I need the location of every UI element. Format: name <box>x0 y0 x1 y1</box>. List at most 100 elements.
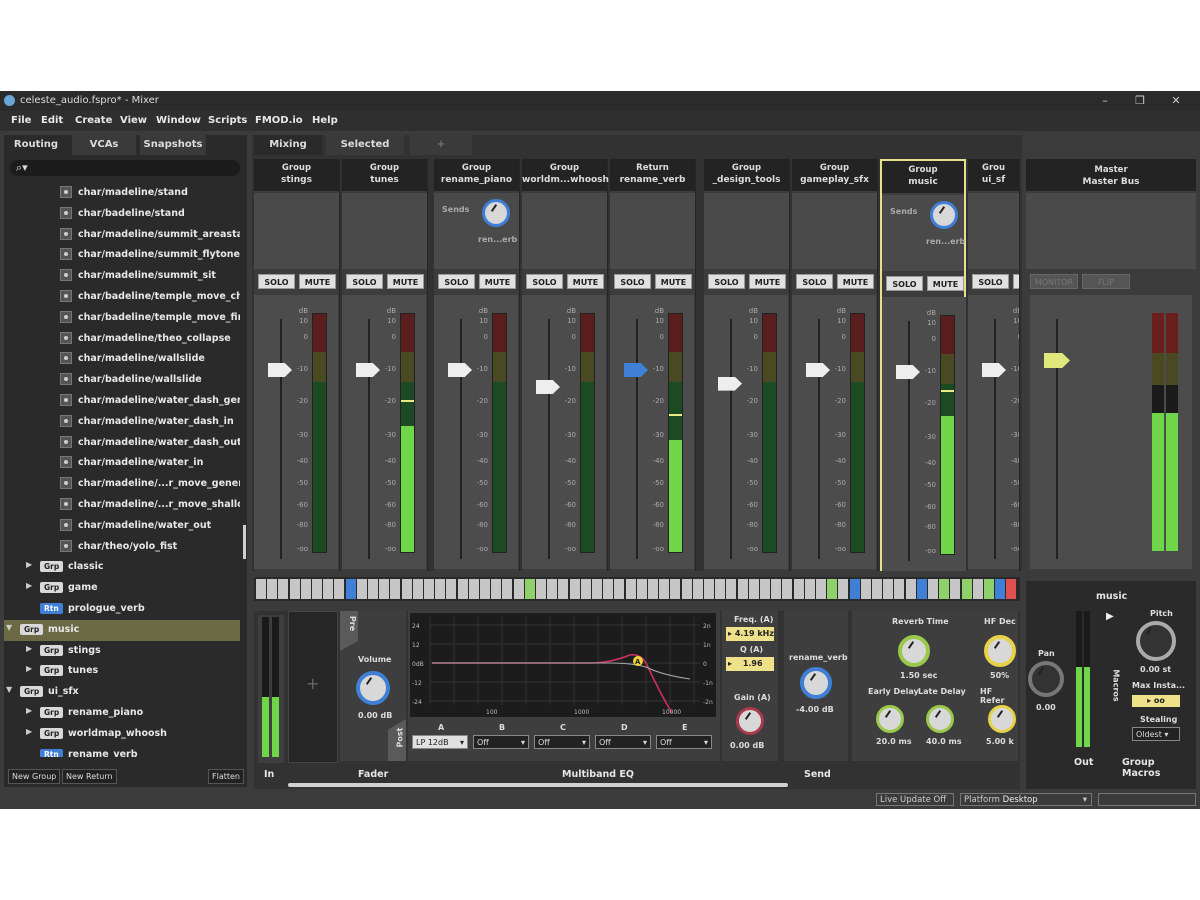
overview-strip[interactable] <box>636 579 647 599</box>
solo-button[interactable]: SOLO <box>346 274 383 289</box>
event-row[interactable]: char/theo/yolo_fist <box>4 537 240 558</box>
overview-strip[interactable] <box>872 579 882 599</box>
late-delay-knob[interactable] <box>926 705 954 733</box>
channel-strip[interactable]: Group rename_piano Sends ren...erb SOLO MUTE d… <box>434 159 520 571</box>
overview-strip[interactable] <box>928 579 938 599</box>
collapse-arrow-icon[interactable]: ▼ <box>6 685 12 694</box>
tab-vcas[interactable]: VCAs <box>72 135 136 155</box>
eq-band-select[interactable]: LP 12dB ▾ <box>412 735 468 749</box>
channel-strip[interactable]: Group music Sends ren...erb SOLO MUTE dB 10 0 -10… <box>880 159 966 571</box>
maximize-button[interactable]: ❐ <box>1130 93 1150 109</box>
overview-strip[interactable] <box>748 579 759 599</box>
overview-strip[interactable] <box>312 579 322 599</box>
overview-strip[interactable] <box>334 579 345 599</box>
group-row[interactable]: ▶ Grp game <box>4 578 240 599</box>
mute-button[interactable]: MUTE <box>479 274 516 289</box>
mute-button[interactable]: MUTE <box>655 274 692 289</box>
event-row[interactable]: char/madeline/summit_flytonext <box>4 245 240 266</box>
menu-create[interactable]: Create <box>75 115 112 126</box>
overview-strip[interactable] <box>894 579 905 599</box>
overview-strip[interactable] <box>737 579 748 599</box>
add-tab-button[interactable]: + <box>410 135 472 155</box>
send-knob[interactable] <box>800 667 832 699</box>
collapse-arrow-icon[interactable]: ▼ <box>6 623 12 632</box>
solo-button[interactable]: SOLO <box>886 276 923 291</box>
expand-arrow-icon[interactable]: ▶ <box>26 706 32 715</box>
platform-select[interactable]: Platform Desktop ▾ <box>960 793 1092 806</box>
event-row[interactable]: char/badeline/wallslide <box>4 370 240 391</box>
tab-routing[interactable]: Routing <box>4 135 68 155</box>
eq-band-select[interactable]: Off ▾ <box>656 735 712 749</box>
overview-strip[interactable] <box>972 579 983 599</box>
solo-button[interactable]: SOLO <box>258 274 295 289</box>
overview-strip[interactable] <box>905 579 916 599</box>
pan-knob[interactable] <box>1028 661 1064 697</box>
overview-strip[interactable] <box>446 579 457 599</box>
overview-strip[interactable] <box>524 579 535 599</box>
expand-arrow-icon[interactable]: ▶ <box>26 644 32 653</box>
menu-fmod-io[interactable]: FMOD.io <box>255 115 303 126</box>
overview-strip[interactable] <box>648 579 658 599</box>
expand-arrow-icon[interactable]: ▶ <box>26 581 32 590</box>
overview-strip[interactable] <box>513 579 524 599</box>
overview-strip[interactable] <box>435 579 446 599</box>
overview-strip[interactable] <box>558 579 569 599</box>
deck-scrollbar[interactable] <box>288 783 788 787</box>
overview-strip[interactable] <box>883 579 894 599</box>
overview-strip[interactable] <box>323 579 334 599</box>
group-row[interactable]: ▶ Grp tunes <box>4 661 240 682</box>
live-update-status[interactable]: Live Update Off <box>876 793 954 806</box>
overview-strip[interactable] <box>715 579 726 599</box>
overview-strip[interactable] <box>345 579 356 599</box>
overview-strip[interactable] <box>256 579 266 599</box>
overview-strip[interactable] <box>782 579 793 599</box>
overview-strip[interactable] <box>368 579 378 599</box>
menu-help[interactable]: Help <box>312 115 338 126</box>
solo-button[interactable]: SOLO <box>614 274 651 289</box>
mute-button[interactable]: MUTE <box>837 274 874 289</box>
hf-reference-knob[interactable] <box>988 705 1016 733</box>
overview-strip[interactable] <box>547 579 558 599</box>
event-row[interactable]: char/madeline/water_dash_gen <box>4 391 240 412</box>
strip-overview-bar[interactable] <box>254 577 1020 601</box>
event-row[interactable]: char/madeline/water_dash_in <box>4 412 240 433</box>
event-row[interactable]: char/madeline/water_in <box>4 453 240 474</box>
group-row[interactable]: ▼ Grp ui_sfx <box>4 682 240 703</box>
minimize-button[interactable]: – <box>1095 93 1115 109</box>
event-row[interactable]: char/badeline/temple_move_first <box>4 308 240 329</box>
overview-strip[interactable] <box>480 579 490 599</box>
overview-strip[interactable] <box>379 579 390 599</box>
mute-button[interactable]: MUTE <box>299 274 336 289</box>
overview-strip[interactable] <box>995 579 1006 599</box>
overview-strip[interactable] <box>692 579 703 599</box>
overview-strip[interactable] <box>412 579 423 599</box>
channel-strip[interactable]: Group stings SOLO MUTE dB 10 0 -10 -20 -30 -40 -50 -… <box>254 159 340 571</box>
overview-strip[interactable] <box>816 579 826 599</box>
stealing-select[interactable]: Oldest ▾ <box>1132 727 1180 741</box>
group-row[interactable]: Rtn prologue_verb <box>4 599 240 620</box>
flatten-button[interactable]: Flatten <box>208 769 244 784</box>
expand-arrow-icon[interactable]: ▶ <box>26 664 32 673</box>
hf-decay-knob[interactable] <box>984 635 1016 667</box>
event-row[interactable]: char/madeline/...r_move_shallow <box>4 495 240 516</box>
overview-strip[interactable] <box>771 579 782 599</box>
group-row[interactable]: ▶ Grp classic <box>4 557 240 578</box>
event-row[interactable]: char/madeline/wallslide <box>4 349 240 370</box>
overview-strip[interactable] <box>804 579 815 599</box>
overview-strip[interactable] <box>704 579 714 599</box>
channel-strip[interactable]: Return rename_verb SOLO MUTE dB 10 0 -10 -20 -30 -… <box>610 159 696 571</box>
add-effect-slot[interactable]: + <box>288 611 338 763</box>
overview-strip[interactable] <box>849 579 860 599</box>
overview-strip[interactable] <box>961 579 972 599</box>
overview-strip[interactable] <box>793 579 804 599</box>
early-delay-knob[interactable] <box>876 705 904 733</box>
close-button[interactable]: ✕ <box>1166 93 1186 109</box>
new-group-button[interactable]: New Group <box>8 769 61 784</box>
pitch-knob[interactable] <box>1136 621 1176 661</box>
event-row[interactable]: char/madeline/summit_sit <box>4 266 240 287</box>
overview-strip[interactable] <box>726 579 737 599</box>
send-knob[interactable] <box>930 201 958 229</box>
menu-window[interactable]: Window <box>156 115 201 126</box>
overview-strip[interactable] <box>592 579 602 599</box>
group-row[interactable]: ▶ Grp rename_piano <box>4 703 240 724</box>
